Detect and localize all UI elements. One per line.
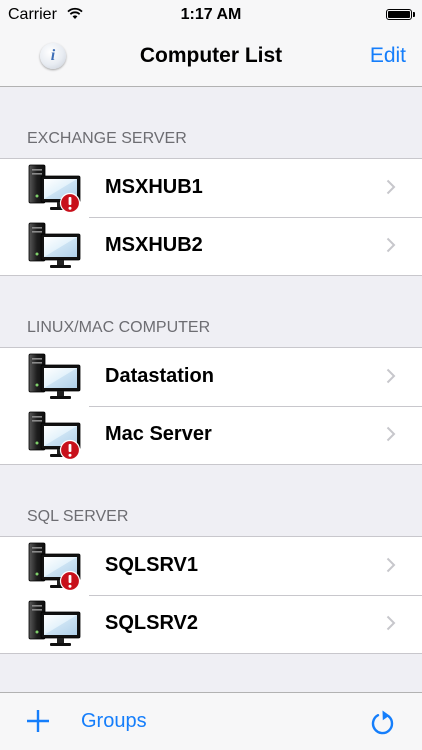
section-header: LINUX/MAC COMPUTER bbox=[27, 319, 211, 336]
computer-row[interactable]: MSXHUB1 bbox=[0, 159, 422, 217]
chevron-right-icon bbox=[386, 179, 396, 195]
computer-icon bbox=[26, 599, 84, 649]
section-header: EXCHANGE SERVER bbox=[27, 130, 187, 147]
chevron-right-icon bbox=[386, 615, 396, 631]
chevron-right-icon bbox=[386, 557, 396, 573]
computer-alert-icon bbox=[26, 410, 84, 461]
refresh-icon[interactable] bbox=[370, 708, 396, 736]
app-screen: Carrier 1:17 AM i Computer List Edit EXC… bbox=[0, 0, 422, 750]
edit-button[interactable]: Edit bbox=[370, 44, 406, 68]
computer-name: MSXHUB1 bbox=[105, 176, 203, 198]
computer-list: EXCHANGE SERVER MSXHUB1 MSXHUB2 LINUX/MAC C… bbox=[0, 87, 422, 654]
computer-alert-icon bbox=[26, 163, 84, 214]
section-group: SQLSRV1 SQLSRV2 bbox=[0, 536, 422, 654]
computer-row[interactable]: Datastation bbox=[0, 348, 422, 406]
plus-icon[interactable] bbox=[26, 709, 50, 733]
computer-name: SQLSRV1 bbox=[105, 554, 198, 576]
chevron-right-icon bbox=[386, 426, 396, 442]
computer-row[interactable]: SQLSRV2 bbox=[0, 595, 422, 653]
section-header: SQL SERVER bbox=[27, 508, 129, 525]
bottom-toolbar: Groups bbox=[0, 692, 422, 750]
section-group: MSXHUB1 MSXHUB2 bbox=[0, 158, 422, 276]
computer-row[interactable]: SQLSRV1 bbox=[0, 537, 422, 595]
page-title: Computer List bbox=[139, 44, 283, 67]
computer-icon bbox=[26, 352, 84, 402]
computer-row[interactable]: Mac Server bbox=[0, 406, 422, 464]
computer-name: Mac Server bbox=[105, 423, 212, 445]
computer-icon bbox=[26, 221, 84, 271]
computer-row[interactable]: MSXHUB2 bbox=[0, 217, 422, 275]
section-group: Datastation Mac Server bbox=[0, 347, 422, 465]
computer-name: MSXHUB2 bbox=[105, 234, 203, 256]
groups-button[interactable]: Groups bbox=[81, 710, 147, 733]
computer-name: Datastation bbox=[105, 365, 214, 387]
chevron-right-icon bbox=[386, 368, 396, 384]
computer-alert-icon bbox=[26, 541, 84, 592]
clock: 1:17 AM bbox=[180, 6, 242, 23]
computer-name: SQLSRV2 bbox=[105, 612, 198, 634]
status-bar: Carrier 1:17 AM bbox=[0, 0, 422, 30]
battery-icon bbox=[386, 9, 415, 20]
chevron-right-icon bbox=[386, 237, 396, 253]
navigation-bar: i Computer List Edit bbox=[0, 30, 422, 87]
